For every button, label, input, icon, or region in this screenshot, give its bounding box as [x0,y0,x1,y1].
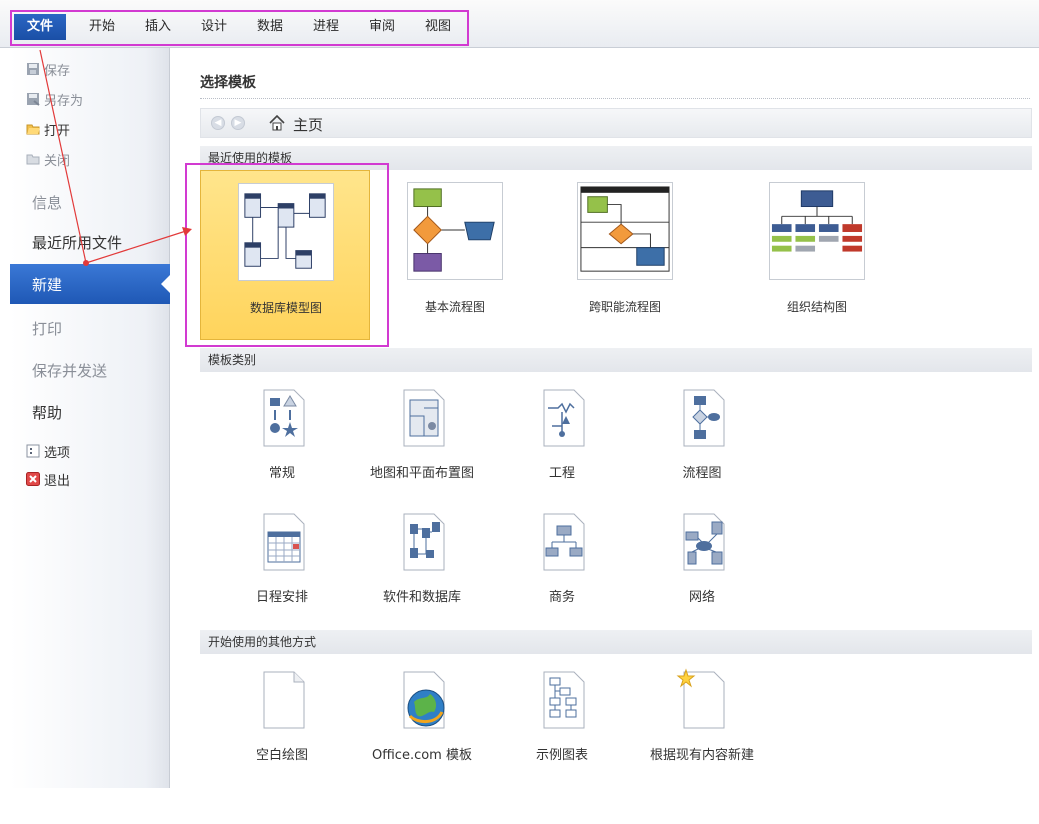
annotation-arrows [39,49,192,266]
arrow-joint [83,260,89,266]
arrow-file-to-new [39,49,87,264]
arrow-new-to-template [85,230,187,264]
arrow-head [182,227,192,236]
